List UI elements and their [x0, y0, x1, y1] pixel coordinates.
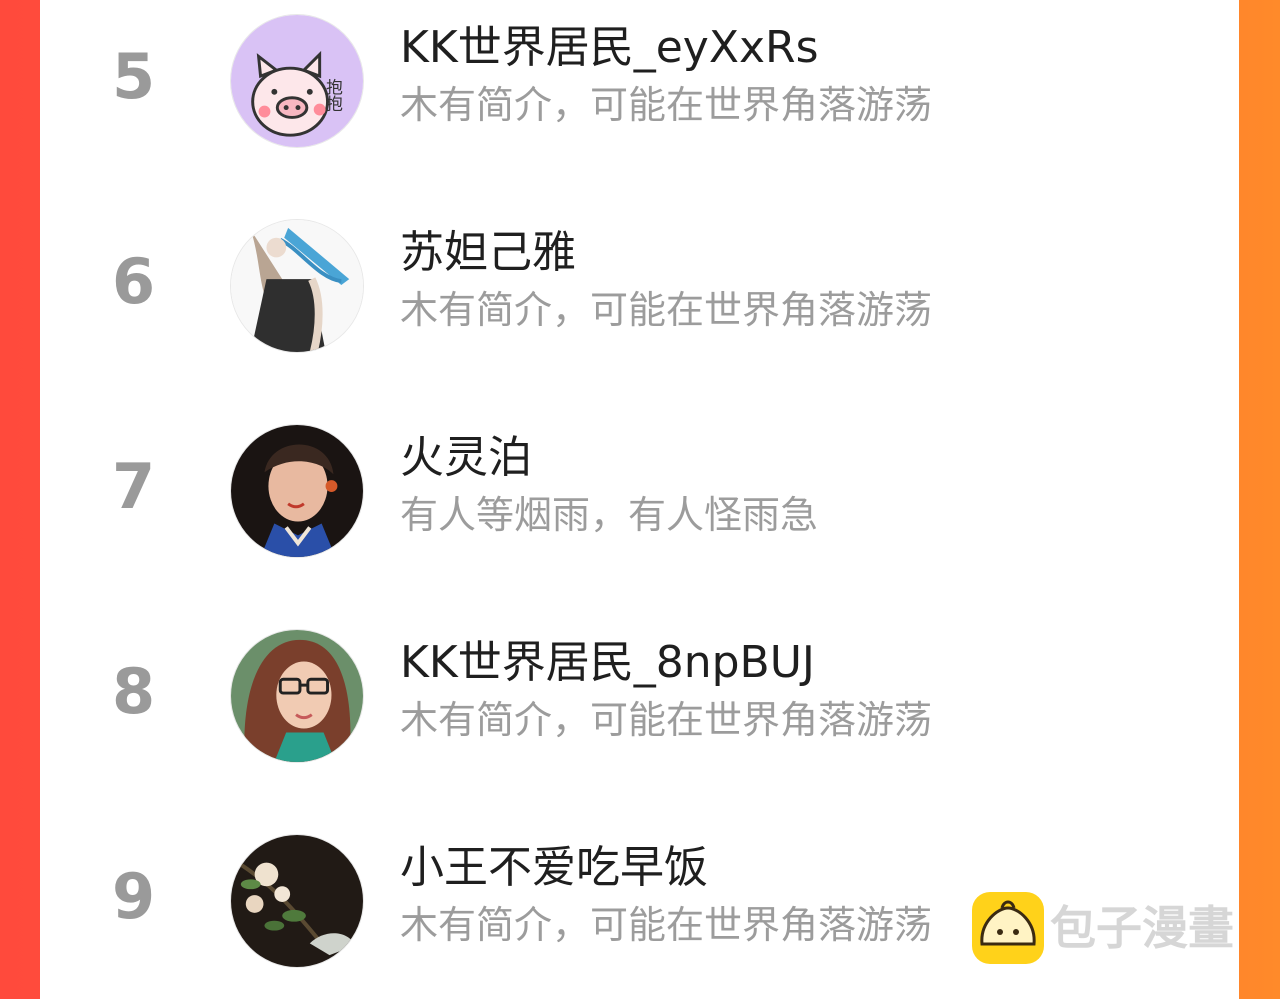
leaderboard-panel: 5 抱抱 KK世界居民_eyXxRs 木有简介，可能在世界角落游荡 6 苏妲己雅…: [40, 0, 1239, 999]
pig-sticker-icon: 抱抱: [231, 15, 363, 147]
leaderboard-row[interactable]: 6 苏妲己雅 木有简介，可能在世界角落游荡: [40, 207, 1239, 357]
user-name[interactable]: KK世界居民_eyXxRs: [400, 18, 819, 78]
leaderboard-list: 5 抱抱 KK世界居民_eyXxRs 木有简介，可能在世界角落游荡 6 苏妲己雅…: [40, 0, 1239, 999]
watermark-text: 包子漫畫: [1050, 901, 1234, 955]
user-bio: 木有简介，可能在世界角落游荡: [400, 288, 933, 332]
user-bio: 有人等烟雨，有人怪雨急: [400, 493, 819, 537]
illustrated-girl-icon: [231, 220, 363, 352]
rank-number: 6: [112, 245, 156, 318]
illustrated-girl-avatar[interactable]: [230, 219, 364, 353]
young-man-photo-icon: [231, 425, 363, 557]
user-name[interactable]: 苏妲己雅: [400, 223, 576, 283]
woman-glasses-photo-icon: [231, 630, 363, 762]
leaderboard-row[interactable]: 8 KK世界居民_8npBUJ 木有简介，可能在世界角落游荡: [40, 617, 1239, 767]
user-bio: 木有简介，可能在世界角落游荡: [400, 698, 933, 742]
flower-painting-icon: [231, 835, 363, 967]
user-name[interactable]: 小王不爱吃早饭: [400, 838, 708, 898]
user-name[interactable]: KK世界居民_8npBUJ: [400, 633, 815, 693]
flower-painting-avatar[interactable]: [230, 834, 364, 968]
rank-number: 7: [112, 450, 156, 523]
leaderboard-row[interactable]: 5 抱抱 KK世界居民_eyXxRs 木有简介，可能在世界角落游荡: [40, 2, 1239, 152]
pig-sticker-avatar[interactable]: 抱抱: [230, 14, 364, 148]
young-man-photo-avatar[interactable]: [230, 424, 364, 558]
user-name[interactable]: 火灵泊: [400, 428, 532, 488]
woman-glasses-photo-avatar[interactable]: [230, 629, 364, 763]
avatar-sticker-text: 抱抱: [323, 78, 343, 113]
rank-number: 9: [112, 860, 156, 933]
leaderboard-row[interactable]: 7 火灵泊 有人等烟雨，有人怪雨急: [40, 412, 1239, 562]
rank-number: 5: [112, 40, 156, 113]
bun-logo-icon: [972, 892, 1044, 964]
rank-number: 8: [112, 655, 156, 728]
user-bio: 木有简介，可能在世界角落游荡: [400, 903, 933, 947]
user-bio: 木有简介，可能在世界角落游荡: [400, 83, 933, 127]
watermark: 包子漫畫: [972, 892, 1252, 972]
